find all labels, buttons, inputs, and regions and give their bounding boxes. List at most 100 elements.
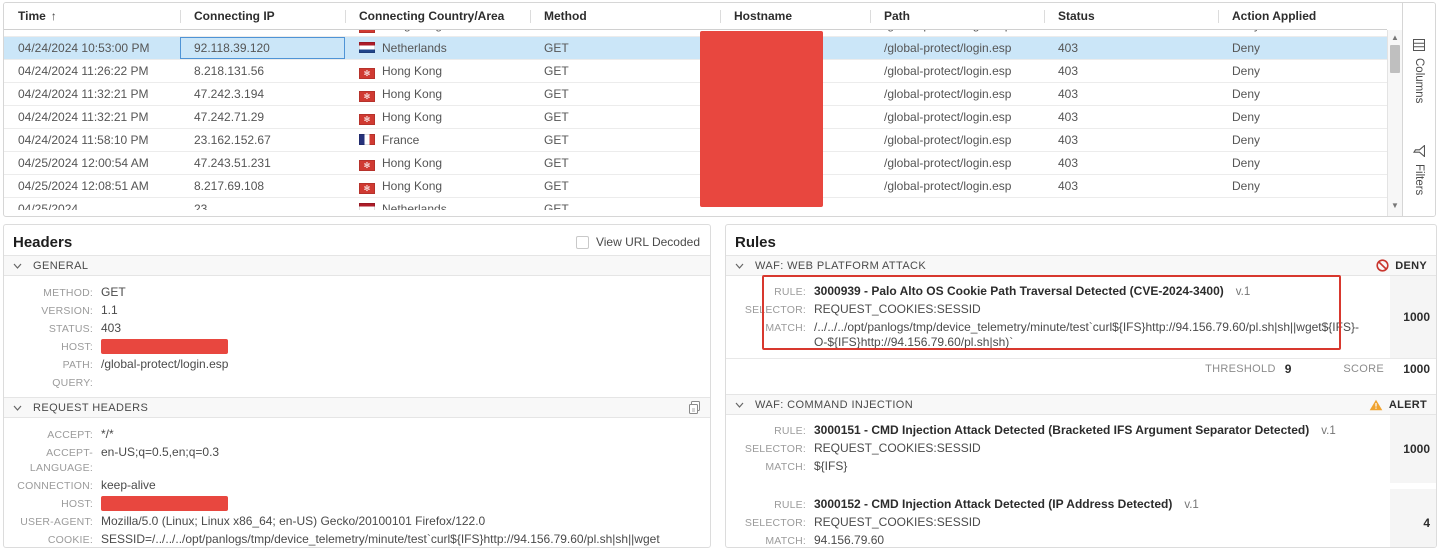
cell-path: /global-protect/login.esp xyxy=(870,106,1044,128)
field-label: STATUS: xyxy=(4,321,101,337)
chevron-down-icon[interactable] xyxy=(13,405,22,411)
match-value: ${IFS} xyxy=(814,459,861,475)
column-header-action[interactable]: Action Applied xyxy=(1218,3,1387,29)
cell-status: 403 xyxy=(1044,60,1218,82)
column-header-country[interactable]: Connecting Country/Area xyxy=(345,3,530,29)
cell-method: GET xyxy=(530,198,720,210)
hong-kong-flag-icon xyxy=(359,91,375,102)
rule-score: 1000 xyxy=(1390,415,1436,483)
cell-action xyxy=(1218,198,1387,210)
copy-icon[interactable] xyxy=(688,401,701,415)
table-row[interactable]: 04/24/2024 11:26:22 PM 8.218.131.56 Hong… xyxy=(4,60,1387,83)
table-row[interactable]: 04/24/2024 11:32:21 PM 47.242.71.29 Hong… xyxy=(4,106,1387,129)
cell-status: 403 xyxy=(1044,37,1218,59)
columns-button[interactable]: Columns xyxy=(1413,39,1425,103)
view-url-decoded-checkbox[interactable] xyxy=(576,236,589,249)
column-header-method[interactable]: Method xyxy=(530,3,720,29)
cell-action: Deny xyxy=(1218,30,1387,36)
column-header-path[interactable]: Path xyxy=(870,3,1044,29)
field-value: /global-protect/login.esp xyxy=(101,357,240,373)
cell-country: Hong Kong xyxy=(345,60,530,82)
cell-ip: 23.162.152.67 xyxy=(180,129,345,151)
match-label: MATCH: xyxy=(726,533,814,548)
cell-action: Deny xyxy=(1218,83,1387,105)
field-label: CONNECTION: xyxy=(4,478,101,494)
cell-country: Netherlands xyxy=(345,37,530,59)
field-label: VERSION: xyxy=(4,303,101,319)
cell-time: 04/24/2024 11:58:10 PM xyxy=(4,129,180,151)
chevron-down-icon[interactable] xyxy=(735,402,744,408)
table-row[interactable]: 04/24/2024 11:58:10 PM 23.162.152.67 Fra… xyxy=(4,129,1387,152)
selector-label: SELECTOR: xyxy=(726,515,814,531)
rule-3000939-block: RULE:3000939 - Palo Alto OS Cookie Path … xyxy=(726,276,1436,358)
column-header-connecting-ip[interactable]: Connecting IP xyxy=(180,3,345,29)
cell-path: /global-protect/login.esp xyxy=(870,152,1044,174)
column-header-hostname[interactable]: Hostname xyxy=(720,3,870,29)
cell-ip-focused[interactable]: 92.118.39.120 xyxy=(180,37,345,59)
rule-text: 3000151 - CMD Injection Attack Detected … xyxy=(814,423,1350,439)
table-row-selected[interactable]: 04/24/2024 10:53:00 PM 92.118.39.120 Net… xyxy=(4,37,1387,60)
table-scrollbar[interactable]: ▲ ▼ xyxy=(1387,30,1402,216)
chevron-down-icon[interactable] xyxy=(735,263,744,269)
selector-value: REQUEST_COOKIES:SESSID xyxy=(814,441,995,457)
field-value: Mozilla/5.0 (Linux; Linux x86_64; en-US)… xyxy=(101,514,497,530)
table-row[interactable]: 04/25/2024 23. Netherlands GET xyxy=(4,198,1387,210)
rule-version: v.1 xyxy=(1321,425,1336,437)
cell-status: 403 xyxy=(1044,83,1218,105)
scroll-down-arrow-icon[interactable]: ▼ xyxy=(1388,200,1402,212)
column-header-time[interactable]: Time↑ xyxy=(4,3,180,29)
cell-time: 04/24/2024 11:26:22 PM xyxy=(4,60,180,82)
chevron-down-icon[interactable] xyxy=(13,263,22,269)
events-table-card: Time↑ Connecting IP Connecting Country/A… xyxy=(3,2,1436,217)
rules-panel: Rules WAF: WEB PLATFORM ATTACK DENY RULE… xyxy=(725,224,1437,548)
france-flag-icon xyxy=(359,134,375,145)
columns-button-label: Columns xyxy=(1413,58,1425,103)
table-header-row: Time↑ Connecting IP Connecting Country/A… xyxy=(4,3,1387,30)
view-url-decoded-label: View URL Decoded xyxy=(596,235,700,249)
cell-country: Hong Kong xyxy=(345,152,530,174)
waf-web-platform-attack-section-header[interactable]: WAF: WEB PLATFORM ATTACK DENY xyxy=(726,255,1436,276)
hostname-redaction-overlay xyxy=(700,31,823,207)
selector-label: SELECTOR: xyxy=(726,441,814,457)
request-headers-section-title: REQUEST HEADERS xyxy=(33,402,148,414)
column-header-status[interactable]: Status xyxy=(1044,3,1218,29)
table-row[interactable]: 04/25/2024 12:00:54 AM 47.243.51.231 Hon… xyxy=(4,152,1387,175)
cell-ip: 8.217.69.108 xyxy=(180,175,345,197)
partial-row-top: Hong Kong GET /global-protect/login.esp … xyxy=(4,30,1387,37)
request-headers-section-header[interactable]: REQUEST HEADERS xyxy=(4,397,710,418)
table-row[interactable]: 04/24/2024 11:32:21 PM 47.242.3.194 Hong… xyxy=(4,83,1387,106)
cell-time: 04/25/2024 12:08:51 AM xyxy=(4,175,180,197)
cell-method: GET xyxy=(530,129,720,151)
view-url-decoded-control[interactable]: View URL Decoded xyxy=(576,235,700,249)
table-row[interactable]: 04/25/2024 12:08:51 AM 8.217.69.108 Hong… xyxy=(4,175,1387,198)
general-section-header[interactable]: GENERAL xyxy=(4,255,710,276)
cell-status: 403 xyxy=(1044,106,1218,128)
cell-action: Deny xyxy=(1218,152,1387,174)
filters-button[interactable]: Filters xyxy=(1413,145,1425,195)
scroll-up-arrow-icon[interactable]: ▲ xyxy=(1388,32,1402,44)
cell-path: /global-protect/login.esp xyxy=(870,60,1044,82)
cell-time: 04/24/2024 11:32:21 PM xyxy=(4,106,180,128)
cell-ip: 23. xyxy=(180,198,345,210)
hong-kong-flag-icon xyxy=(359,68,375,79)
field-value: keep-alive xyxy=(101,478,168,494)
cell-action: Deny xyxy=(1218,129,1387,151)
cell-time: 04/24/2024 10:53:00 PM xyxy=(4,37,180,59)
field-label: COOKIE: xyxy=(4,532,101,548)
field-label: HOST: xyxy=(4,339,101,355)
host-redaction-overlay xyxy=(101,496,240,512)
general-fields: METHOD:GET VERSION:1.1 STATUS:403 HOST: … xyxy=(4,276,710,397)
table-side-toolbar: Columns Filters xyxy=(1402,3,1435,216)
hong-kong-flag-icon xyxy=(359,114,375,125)
field-value xyxy=(101,375,113,391)
field-value: */* xyxy=(101,427,126,443)
cell-path xyxy=(870,198,1044,210)
scrollbar-thumb[interactable] xyxy=(1390,45,1400,73)
cell-path: /global-protect/login.esp xyxy=(870,175,1044,197)
cell-time xyxy=(4,30,180,36)
table-row[interactable]: Hong Kong GET /global-protect/login.esp … xyxy=(4,30,1387,37)
waf-command-injection-section-header[interactable]: WAF: COMMAND INJECTION ALERT xyxy=(726,394,1436,415)
headers-panel: Headers View URL Decoded GENERAL METHOD:… xyxy=(3,224,711,548)
sort-ascending-icon[interactable]: ↑ xyxy=(51,9,57,23)
cell-country: Hong Kong xyxy=(345,175,530,197)
